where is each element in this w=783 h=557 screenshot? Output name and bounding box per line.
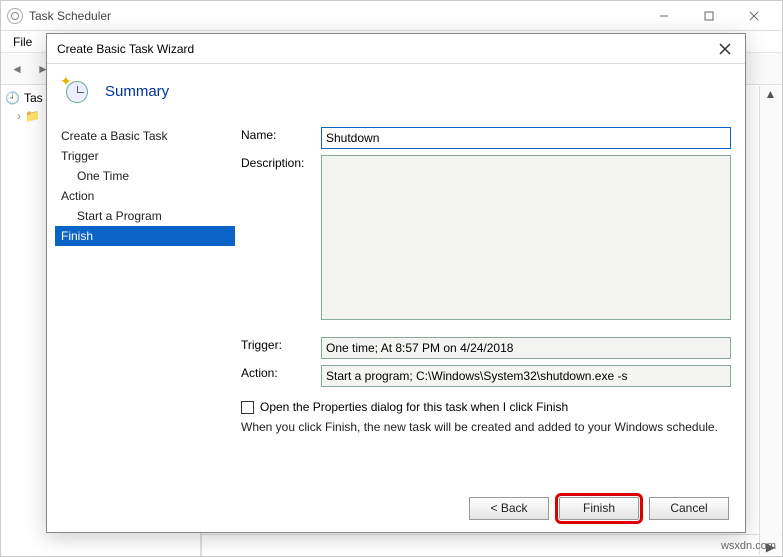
finish-button[interactable]: Finish xyxy=(559,497,639,520)
watermark: wsxdn.com xyxy=(721,540,776,552)
wizard-steps: Create a Basic Task Trigger One Time Act… xyxy=(55,124,235,484)
wizard-icon: ✦ xyxy=(63,78,91,104)
description-label: Description: xyxy=(241,156,304,170)
dialog-title: Create Basic Task Wizard xyxy=(57,42,194,56)
name-label: Name: xyxy=(241,128,276,142)
action-label: Action: xyxy=(241,366,278,380)
dialog-close-button[interactable] xyxy=(715,39,735,59)
wizard-content: Name: Description: Trigger: One time; At… xyxy=(235,124,737,484)
step-create-basic-task[interactable]: Create a Basic Task xyxy=(55,126,235,146)
description-input[interactable] xyxy=(321,155,731,320)
step-start-program[interactable]: Start a Program xyxy=(55,206,235,226)
action-value: Start a program; C:\Windows\System32\shu… xyxy=(321,365,731,387)
app-icon xyxy=(7,8,23,24)
minimize-button[interactable] xyxy=(641,2,686,30)
trigger-value: One time; At 8:57 PM on 4/24/2018 xyxy=(321,337,731,359)
tree-root-label: Tas xyxy=(24,91,43,105)
back-button[interactable]: < Back xyxy=(469,497,549,520)
create-basic-task-wizard: Create Basic Task Wizard ✦ Summary Creat… xyxy=(46,33,746,533)
open-properties-checkbox[interactable] xyxy=(241,401,254,414)
step-action[interactable]: Action xyxy=(55,186,235,206)
folder-icon: 📁 xyxy=(25,109,40,123)
back-button[interactable]: ◄ xyxy=(5,57,29,81)
close-button[interactable] xyxy=(731,2,776,30)
window-title: Task Scheduler xyxy=(29,9,111,23)
trigger-label: Trigger: xyxy=(241,338,282,352)
step-trigger[interactable]: Trigger xyxy=(55,146,235,166)
dialog-footer: < Back Finish Cancel xyxy=(47,484,745,532)
maximize-button[interactable] xyxy=(686,2,731,30)
far-right-strip: ▲ ▶ xyxy=(759,86,781,555)
clock-icon: 🕘 xyxy=(5,91,20,105)
dialog-header: ✦ Summary xyxy=(47,64,745,124)
main-titlebar: Task Scheduler xyxy=(1,1,782,31)
finish-hint: When you click Finish, the new task will… xyxy=(241,420,731,434)
dialog-heading: Summary xyxy=(105,83,169,100)
name-input[interactable] xyxy=(321,127,731,149)
step-finish[interactable]: Finish xyxy=(55,226,235,246)
open-properties-row[interactable]: Open the Properties dialog for this task… xyxy=(241,400,731,414)
dialog-titlebar: Create Basic Task Wizard xyxy=(47,34,745,64)
task-scheduler-window: Task Scheduler File ◄ ► 🕘 Tas › 📁 ◀ xyxy=(0,0,783,557)
menu-file[interactable]: File xyxy=(7,35,38,49)
step-one-time[interactable]: One Time xyxy=(55,166,235,186)
scroll-area: ◀ xyxy=(202,534,782,556)
cancel-button[interactable]: Cancel xyxy=(649,497,729,520)
scroll-up-icon[interactable]: ▲ xyxy=(763,86,779,102)
open-properties-label: Open the Properties dialog for this task… xyxy=(260,400,568,414)
chevron-right-icon: › xyxy=(17,109,21,123)
